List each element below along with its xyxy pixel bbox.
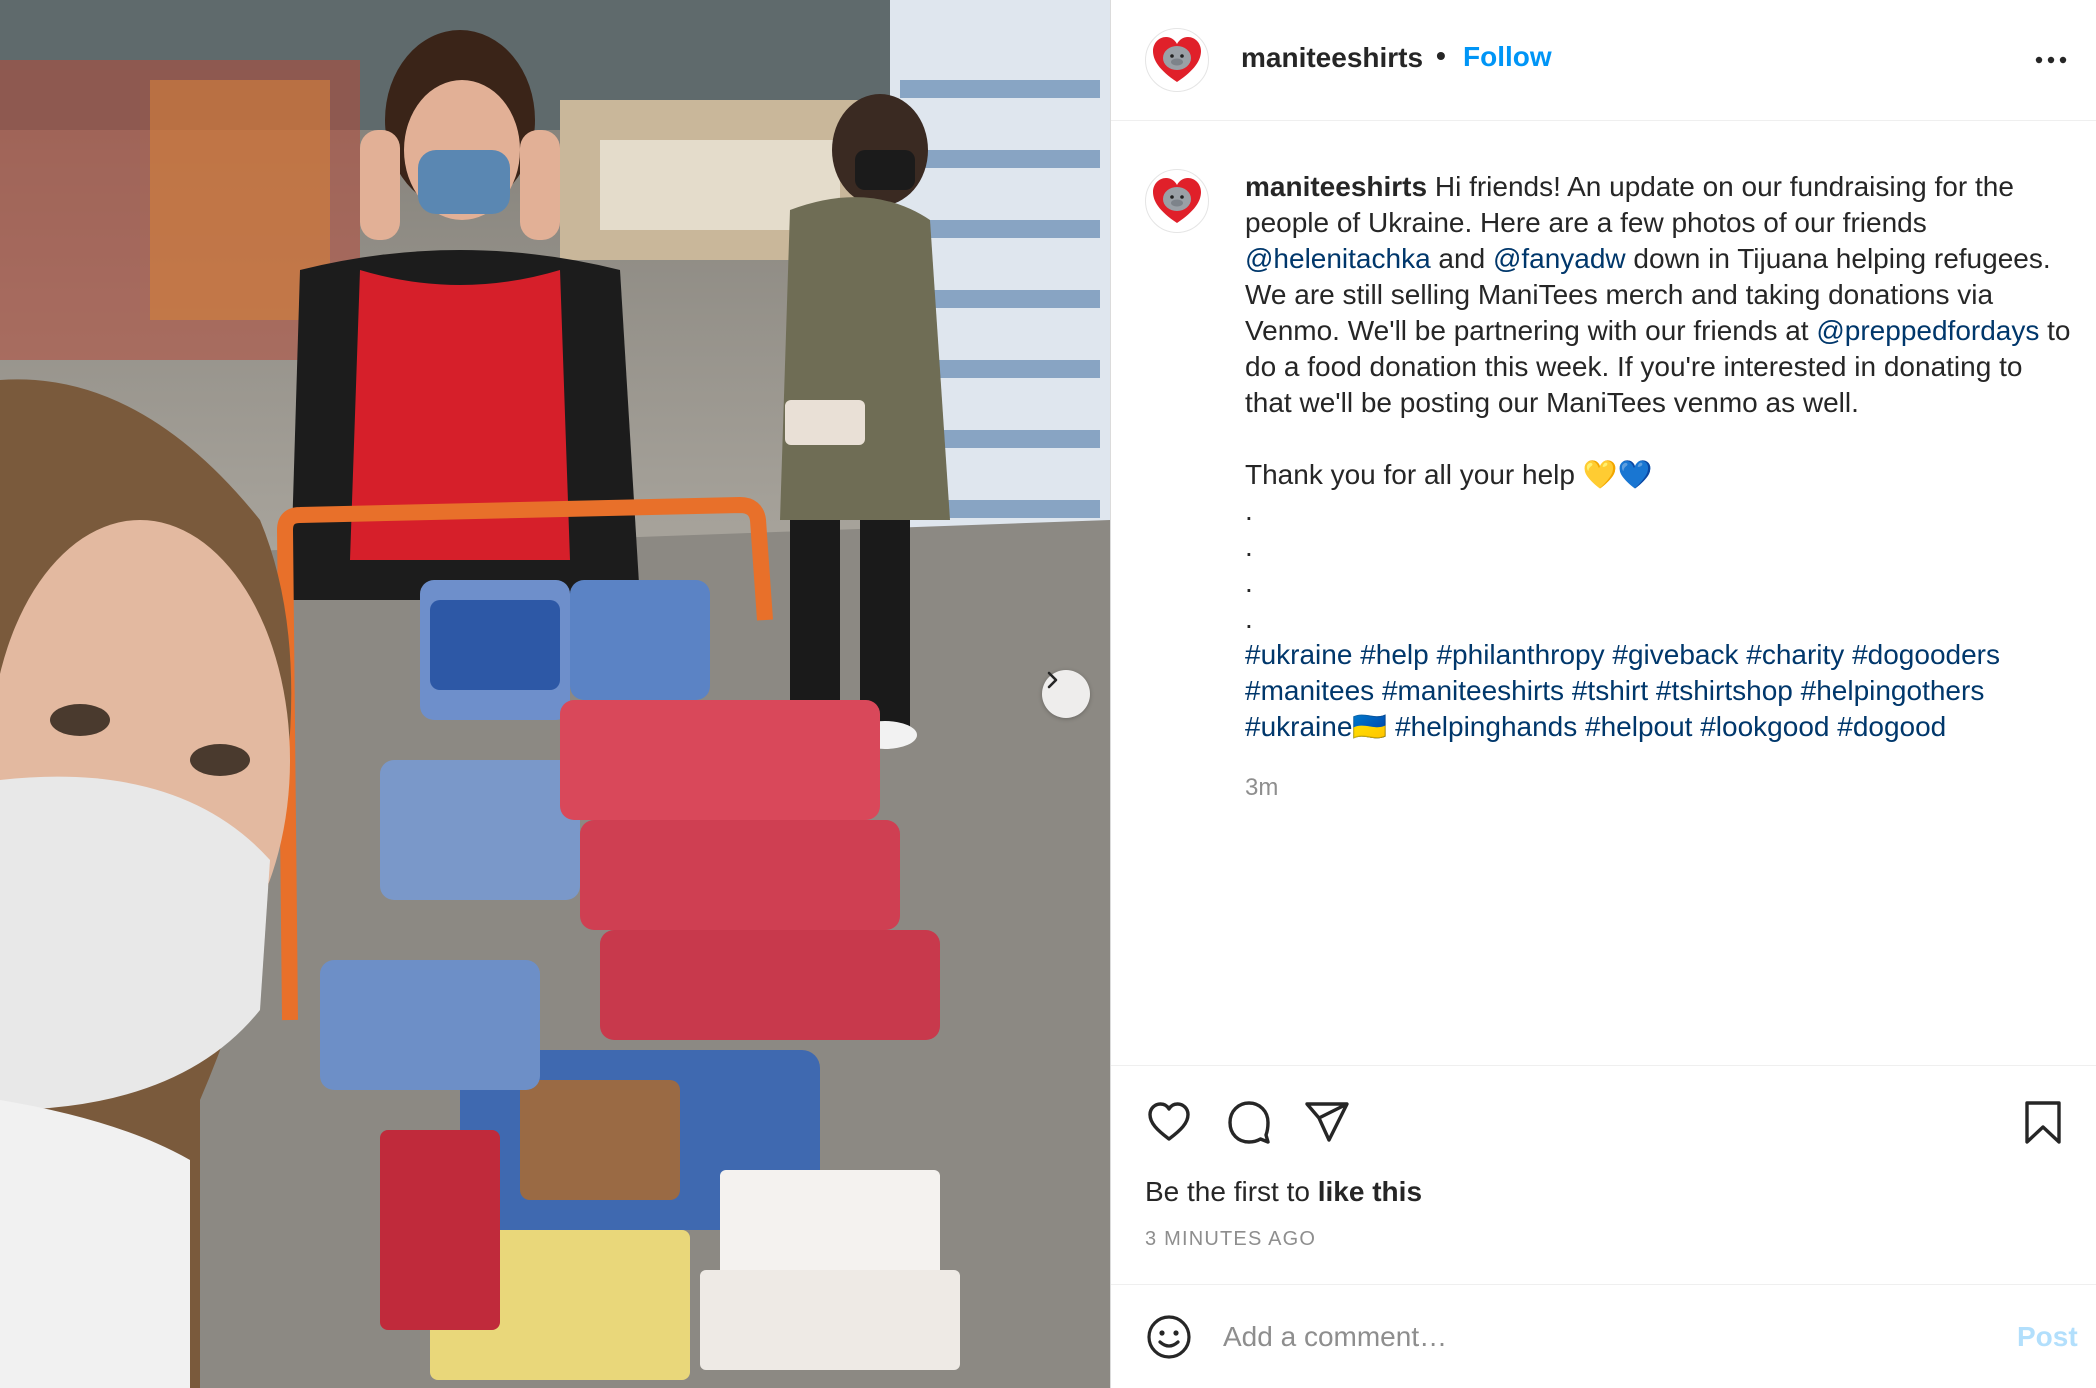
hashtag-link[interactable]: #charity bbox=[1746, 639, 1844, 670]
mention-link[interactable]: @helenitachka bbox=[1245, 243, 1431, 274]
likes-prefix: Be the first to bbox=[1145, 1176, 1318, 1207]
separator-dot: • bbox=[1436, 40, 1446, 71]
likes-summary: Be the first to like this bbox=[1145, 1176, 1422, 1208]
hashtag-link[interactable]: #dogood bbox=[1837, 711, 1946, 742]
share-icon bbox=[1305, 1102, 1349, 1142]
caption-body-text: to do a food donation this week. If you'… bbox=[1245, 315, 2071, 634]
comment-bar: Post bbox=[1111, 1284, 2096, 1388]
hashtag-link[interactable]: #help bbox=[1360, 639, 1429, 670]
caption-timestamp[interactable]: 3m bbox=[1245, 774, 1278, 802]
like-this-link[interactable]: like this bbox=[1318, 1176, 1422, 1207]
caption-body-text: and bbox=[1430, 243, 1493, 274]
caption-body-text bbox=[1577, 711, 1585, 742]
header-username[interactable]: maniteeshirts bbox=[1241, 42, 1423, 74]
caption-body-text bbox=[1374, 675, 1382, 706]
save-button[interactable] bbox=[2017, 1096, 2069, 1148]
emoji-button[interactable] bbox=[1143, 1311, 1195, 1363]
bookmark-icon bbox=[2025, 1101, 2061, 1144]
chevron-right-icon bbox=[1047, 671, 1058, 689]
share-button[interactable] bbox=[1301, 1096, 1353, 1148]
hashtag-link[interactable]: #helpout bbox=[1585, 711, 1692, 742]
hashtag-link[interactable]: #tshirt bbox=[1572, 675, 1648, 706]
more-options-button[interactable] bbox=[2031, 42, 2071, 78]
manitees-logo-icon bbox=[1153, 37, 1201, 82]
hashtag-link[interactable]: #maniteeshirts bbox=[1382, 675, 1564, 706]
caption-avatar[interactable] bbox=[1145, 169, 1209, 233]
hashtag-link[interactable]: #lookgood bbox=[1700, 711, 1829, 742]
hashtag-link[interactable]: #manitees bbox=[1245, 675, 1374, 706]
post-panel: maniteeshirts • Follow maniteeshirts Hi … bbox=[1110, 0, 2096, 1388]
caption-body-text bbox=[1793, 675, 1801, 706]
mention-link[interactable]: @fanyadw bbox=[1493, 243, 1626, 274]
hashtag-link[interactable]: #ukraine bbox=[1245, 639, 1352, 670]
caption-body-text bbox=[1648, 675, 1656, 706]
hashtag-link[interactable]: #philanthropy bbox=[1436, 639, 1604, 670]
caption-body-text bbox=[1387, 711, 1395, 742]
next-image-button[interactable] bbox=[1042, 670, 1090, 718]
post-comment-button[interactable]: Post bbox=[2017, 1321, 2078, 1353]
hashtag-link[interactable]: #tshirtshop bbox=[1656, 675, 1793, 706]
avatar[interactable] bbox=[1145, 28, 1209, 92]
comment-icon bbox=[1228, 1101, 1270, 1144]
heart-icon bbox=[1148, 1102, 1190, 1141]
post-image[interactable] bbox=[0, 0, 1110, 1388]
hashtag-link[interactable]: #helpinghands bbox=[1395, 711, 1577, 742]
caption-body-text bbox=[1564, 675, 1572, 706]
mention-link[interactable]: @preppedfordays bbox=[1816, 315, 2039, 346]
post-header: maniteeshirts • Follow bbox=[1111, 0, 2096, 121]
comment-button[interactable] bbox=[1223, 1096, 1275, 1148]
hashtag-link[interactable]: #helpingothers bbox=[1801, 675, 1985, 706]
like-button[interactable] bbox=[1143, 1096, 1195, 1148]
comment-input[interactable] bbox=[1223, 1313, 1983, 1361]
hashtag-link[interactable]: #giveback bbox=[1612, 639, 1738, 670]
more-horizontal-icon bbox=[2035, 56, 2067, 64]
manitees-logo-icon bbox=[1153, 178, 1201, 223]
hashtag-link[interactable]: #dogooders bbox=[1852, 639, 2000, 670]
emoji-icon bbox=[1147, 1315, 1191, 1359]
post-time-ago[interactable]: 3 MINUTES AGO bbox=[1145, 1228, 1316, 1251]
post-photo bbox=[0, 0, 1110, 1388]
caption-body-text bbox=[1844, 639, 1852, 670]
caption-text: maniteeshirts Hi friends! An update on o… bbox=[1245, 169, 2075, 745]
caption-section: maniteeshirts Hi friends! An update on o… bbox=[1111, 121, 2096, 1065]
hashtag-link[interactable]: #ukraine🇺🇦 bbox=[1245, 711, 1387, 742]
caption-username[interactable]: maniteeshirts bbox=[1245, 171, 1427, 202]
follow-button[interactable]: Follow bbox=[1463, 41, 1552, 73]
action-bar: Be the first to like this 3 MINUTES AGO bbox=[1111, 1065, 2096, 1285]
